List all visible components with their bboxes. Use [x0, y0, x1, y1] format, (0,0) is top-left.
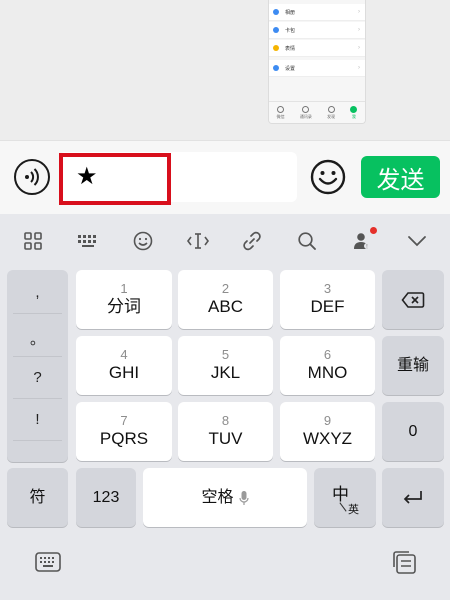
- microphone-icon: [238, 490, 249, 505]
- numbers-key[interactable]: 123: [76, 468, 136, 527]
- voice-icon: [25, 168, 39, 186]
- thumb-tab-chats: 微信: [277, 105, 285, 120]
- divider: [13, 440, 62, 441]
- smiley-icon: [310, 159, 346, 195]
- punctuation-column[interactable]: , 。 ? !: [7, 270, 68, 462]
- chat-icon: [277, 105, 285, 113]
- contacts-icon: [302, 105, 310, 113]
- svg-text:!: !: [366, 244, 367, 250]
- switch-keyboard-icon[interactable]: [33, 547, 63, 577]
- backspace-icon: [401, 291, 425, 308]
- voice-input-button[interactable]: [14, 159, 50, 195]
- key-8-tuv[interactable]: 8 TUV: [178, 402, 273, 461]
- reinput-key[interactable]: 重输: [382, 336, 444, 395]
- space-key[interactable]: 空格: [143, 468, 307, 527]
- person-icon: [350, 105, 358, 113]
- thumb-menu-item: 卡包 ›: [269, 22, 365, 39]
- key-2-abc[interactable]: 2 ABC: [178, 270, 273, 329]
- emoji-button[interactable]: [310, 159, 346, 195]
- chevron-right-icon: ›: [358, 27, 360, 33]
- punct-comma[interactable]: ,: [7, 284, 68, 301]
- collapse-keyboard-icon[interactable]: [402, 226, 432, 256]
- chevron-right-icon: ›: [358, 65, 360, 71]
- photo-icon: [273, 9, 279, 15]
- punct-exclaim[interactable]: !: [7, 411, 68, 428]
- key-5-jkl[interactable]: 5 JKL: [178, 336, 273, 395]
- screen-preview: 相册 › 卡包 › 表情 › 设置 › 微信 通讯录 发现 我: [0, 0, 450, 140]
- punct-period[interactable]: 。: [7, 328, 68, 349]
- key-7-pqrs[interactable]: 7 PQRS: [76, 402, 172, 461]
- sticker-icon: [273, 45, 279, 51]
- divider: [13, 313, 62, 314]
- phone-thumbnail: 相册 › 卡包 › 表情 › 设置 › 微信 通讯录 发现 我: [268, 0, 366, 124]
- divider: [13, 356, 62, 357]
- chevron-right-icon: ›: [358, 9, 360, 15]
- symbol-key[interactable]: 符: [7, 468, 68, 527]
- key-4-ghi[interactable]: 4 GHI: [76, 336, 172, 395]
- punct-question[interactable]: ?: [7, 369, 68, 386]
- send-button[interactable]: 发送: [361, 156, 440, 198]
- chevron-right-icon: ›: [358, 45, 360, 51]
- card-icon: [273, 27, 279, 33]
- thumb-tabbar: 微信 通讯录 发现 我: [269, 101, 365, 123]
- thumb-menu-item: 相册 ›: [269, 4, 365, 21]
- emoji-icon[interactable]: [128, 226, 158, 256]
- key-1-segment[interactable]: 1 分词: [76, 270, 172, 329]
- apps-grid-icon[interactable]: [18, 226, 48, 256]
- annotation-highlight-box: [59, 153, 171, 205]
- keyboard-layout-icon[interactable]: [73, 226, 103, 256]
- keyboard-toolbar: !: [0, 214, 450, 268]
- enter-icon: [403, 490, 422, 504]
- thumb-tab-me: 我: [350, 105, 358, 120]
- cursor-move-icon[interactable]: [183, 226, 213, 256]
- link-icon[interactable]: [237, 226, 267, 256]
- key-0[interactable]: 0: [382, 402, 444, 461]
- notification-dot: [369, 227, 377, 234]
- thumb-menu-item: 设置 ›: [269, 60, 365, 77]
- thumb-tab-contacts: 通讯录: [300, 105, 312, 120]
- search-icon[interactable]: [292, 226, 322, 256]
- compass-icon: [327, 105, 335, 113]
- enter-key[interactable]: [382, 468, 444, 527]
- language-switch-key[interactable]: 中 / 英: [314, 468, 376, 527]
- divider: [13, 398, 62, 399]
- backspace-key[interactable]: [382, 270, 444, 329]
- key-3-def[interactable]: 3 DEF: [280, 270, 375, 329]
- settings-icon: [273, 65, 279, 71]
- clipboard-icon[interactable]: [389, 547, 419, 577]
- key-9-wxyz[interactable]: 9 WXYZ: [280, 402, 375, 461]
- thumb-tab-discover: 发现: [327, 105, 335, 120]
- key-6-mno[interactable]: 6 MNO: [280, 336, 375, 395]
- thumb-menu-item: 表情 ›: [269, 40, 365, 57]
- user-profile-icon[interactable]: !: [347, 226, 377, 256]
